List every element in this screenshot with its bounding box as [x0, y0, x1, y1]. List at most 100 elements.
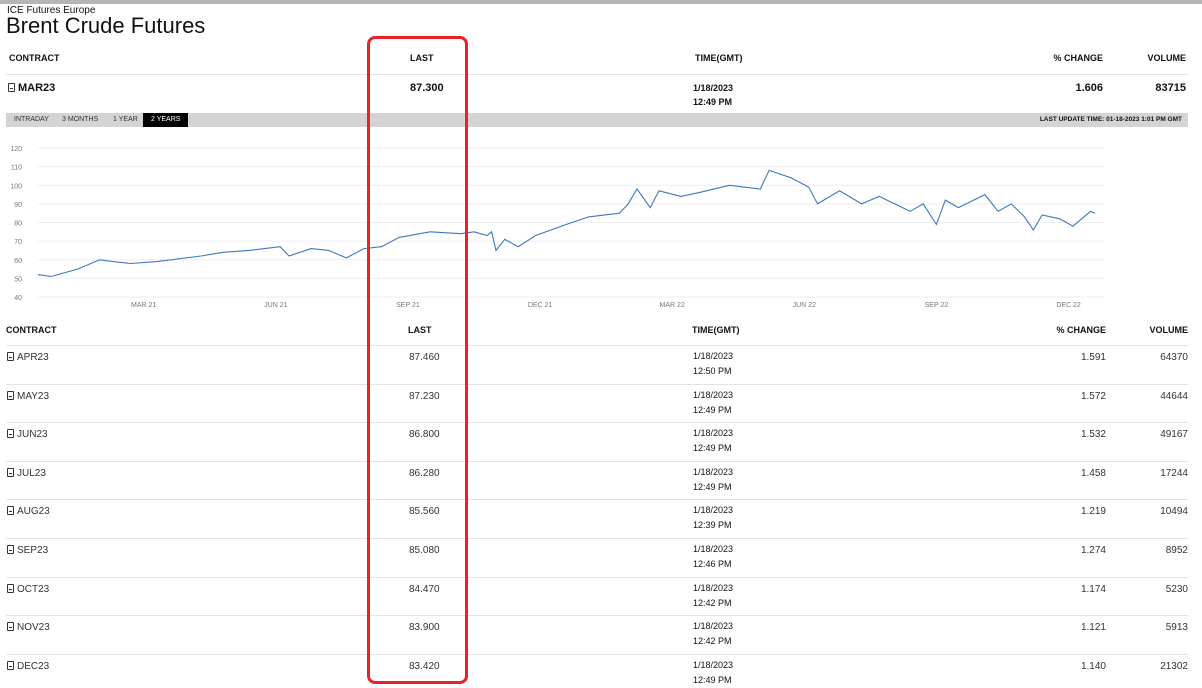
col-volume: VOLUME — [1149, 325, 1188, 335]
date: 1/18/2023 — [693, 466, 734, 477]
last-update-time: LAST UPDATE TIME: 01-18-2023 1:01 PM GMT — [1039, 116, 1182, 123]
date: 1/18/2023 — [693, 389, 734, 400]
row-change: 1.274 — [1080, 545, 1106, 556]
y-tick-label: 70 — [14, 239, 22, 246]
contract-label: APR23 — [17, 352, 49, 363]
document-icon — [7, 660, 14, 670]
col-contract: CONTRACT — [9, 53, 60, 63]
col-time: TIME(GMT) — [695, 53, 743, 63]
price-line — [37, 169, 1096, 278]
row-volume: 49167 — [1160, 429, 1188, 441]
date: 1/18/2023 — [693, 582, 734, 593]
row-volume: 5913 — [1165, 622, 1188, 634]
time: 12:39 PM — [693, 520, 732, 531]
y-tick-label: 90 — [14, 202, 22, 209]
divider — [6, 422, 1188, 424]
row-time: 1/18/2023 12:50 PM — [693, 349, 733, 379]
row-contract[interactable]: NOV23 — [7, 622, 50, 633]
document-icon — [7, 506, 14, 516]
row-volume: 17244 — [1160, 467, 1188, 479]
row-contract[interactable]: JUL23 — [7, 467, 46, 479]
date: 1/18/2023 — [693, 621, 734, 632]
row-change: 1.140 — [1080, 660, 1106, 672]
time: 12:49 PM — [693, 404, 732, 415]
contract-label: OCT23 — [17, 583, 50, 595]
front-contract[interactable]: MAR23 — [8, 82, 55, 94]
divider — [6, 499, 1188, 501]
divider — [6, 538, 1188, 539]
x-tick-label: JUN 22 — [793, 302, 816, 309]
tab-intraday[interactable]: INTRADAY — [6, 113, 57, 127]
date: 1/18/2023 — [693, 351, 734, 361]
tab-2-years[interactable]: 2 YEARS — [143, 113, 189, 127]
row-change: 1.532 — [1080, 429, 1106, 441]
row-volume: 5230 — [1165, 583, 1188, 595]
row-contract[interactable]: APR23 — [7, 352, 49, 363]
date: 1/18/2023 — [693, 659, 734, 670]
x-tick-label: DEC 22 — [1056, 302, 1081, 309]
y-tick-label: 100 — [10, 183, 22, 190]
divider — [6, 576, 1188, 578]
col-time: TIME(GMT) — [692, 325, 740, 335]
row-change: 1.219 — [1080, 506, 1106, 518]
contract-label: DEC23 — [17, 660, 50, 672]
col-change: % CHANGE — [1056, 325, 1106, 335]
x-tick-label: MAR 22 — [660, 302, 685, 309]
time: 12:42 PM — [693, 636, 732, 647]
time: 12:50 PM — [693, 366, 732, 376]
col-change: % CHANGE — [1053, 53, 1103, 63]
contract-label: AUG23 — [17, 506, 50, 518]
y-tick-label: 50 — [14, 276, 22, 283]
time: 12:49 PM — [693, 443, 732, 454]
y-tick-label: 110 — [11, 165, 22, 172]
contract-label: JUL23 — [17, 467, 46, 479]
row-change: 1.174 — [1080, 583, 1106, 595]
row-change: 1.458 — [1080, 467, 1106, 479]
row-volume: 10494 — [1160, 506, 1188, 518]
document-icon — [8, 83, 15, 92]
contract-label: MAR23 — [18, 82, 56, 94]
col-contract: CONTRACT — [6, 325, 57, 335]
front-volume: 83715 — [1155, 82, 1186, 94]
time: 12:46 PM — [693, 559, 732, 569]
row-contract[interactable]: DEC23 — [7, 660, 50, 672]
divider — [6, 383, 1188, 385]
contract-label: JUN23 — [17, 429, 48, 441]
document-icon — [7, 622, 14, 632]
row-contract[interactable]: JUN23 — [7, 429, 48, 440]
row-contract[interactable]: AUG23 — [7, 506, 50, 517]
y-tick-label: 40 — [14, 295, 22, 302]
date: 1/18/2023 — [693, 544, 734, 554]
page-title: Brent Crude Futures — [6, 13, 206, 38]
tab-1-year[interactable]: 1 YEAR — [105, 113, 146, 127]
range-tabs: INTRADAY 3 MONTHS 1 YEAR 2 YEARS LAST UP… — [6, 113, 1188, 127]
y-tick-label: 120 — [10, 146, 22, 153]
top-bar — [0, 0, 1202, 4]
divider — [6, 615, 1188, 617]
document-icon — [7, 429, 14, 439]
row-time: 1/18/2023 12:46 PM — [693, 542, 733, 572]
row-contract[interactable]: MAY23 — [7, 390, 49, 402]
document-icon — [7, 467, 14, 477]
y-tick-label: 60 — [14, 258, 22, 265]
row-time: 1/18/2023 12:49 PM — [693, 388, 733, 418]
contract-label: NOV23 — [17, 622, 50, 634]
row-time: 1/18/2023 12:49 PM — [693, 465, 733, 495]
row-time: 1/18/2023 12:49 PM — [693, 658, 733, 688]
x-tick-label: SEP 22 — [925, 302, 949, 309]
row-volume: 8952 — [1165, 545, 1188, 556]
row-contract[interactable]: SEP23 — [7, 545, 48, 556]
x-tick-label: DEC 21 — [528, 302, 553, 309]
x-tick-label: MAR 21 — [131, 302, 156, 309]
document-icon — [7, 390, 14, 400]
divider — [6, 345, 1188, 346]
date: 1/18/2023 — [693, 83, 734, 93]
time: 12:49 PM — [693, 97, 733, 107]
divider — [6, 653, 1188, 655]
row-contract[interactable]: OCT23 — [7, 583, 50, 595]
divider — [6, 460, 1188, 462]
document-icon — [7, 545, 14, 554]
tab-3-months[interactable]: 3 MONTHS — [54, 113, 106, 127]
date: 1/18/2023 — [693, 505, 734, 516]
row-change: 1.121 — [1080, 622, 1106, 634]
